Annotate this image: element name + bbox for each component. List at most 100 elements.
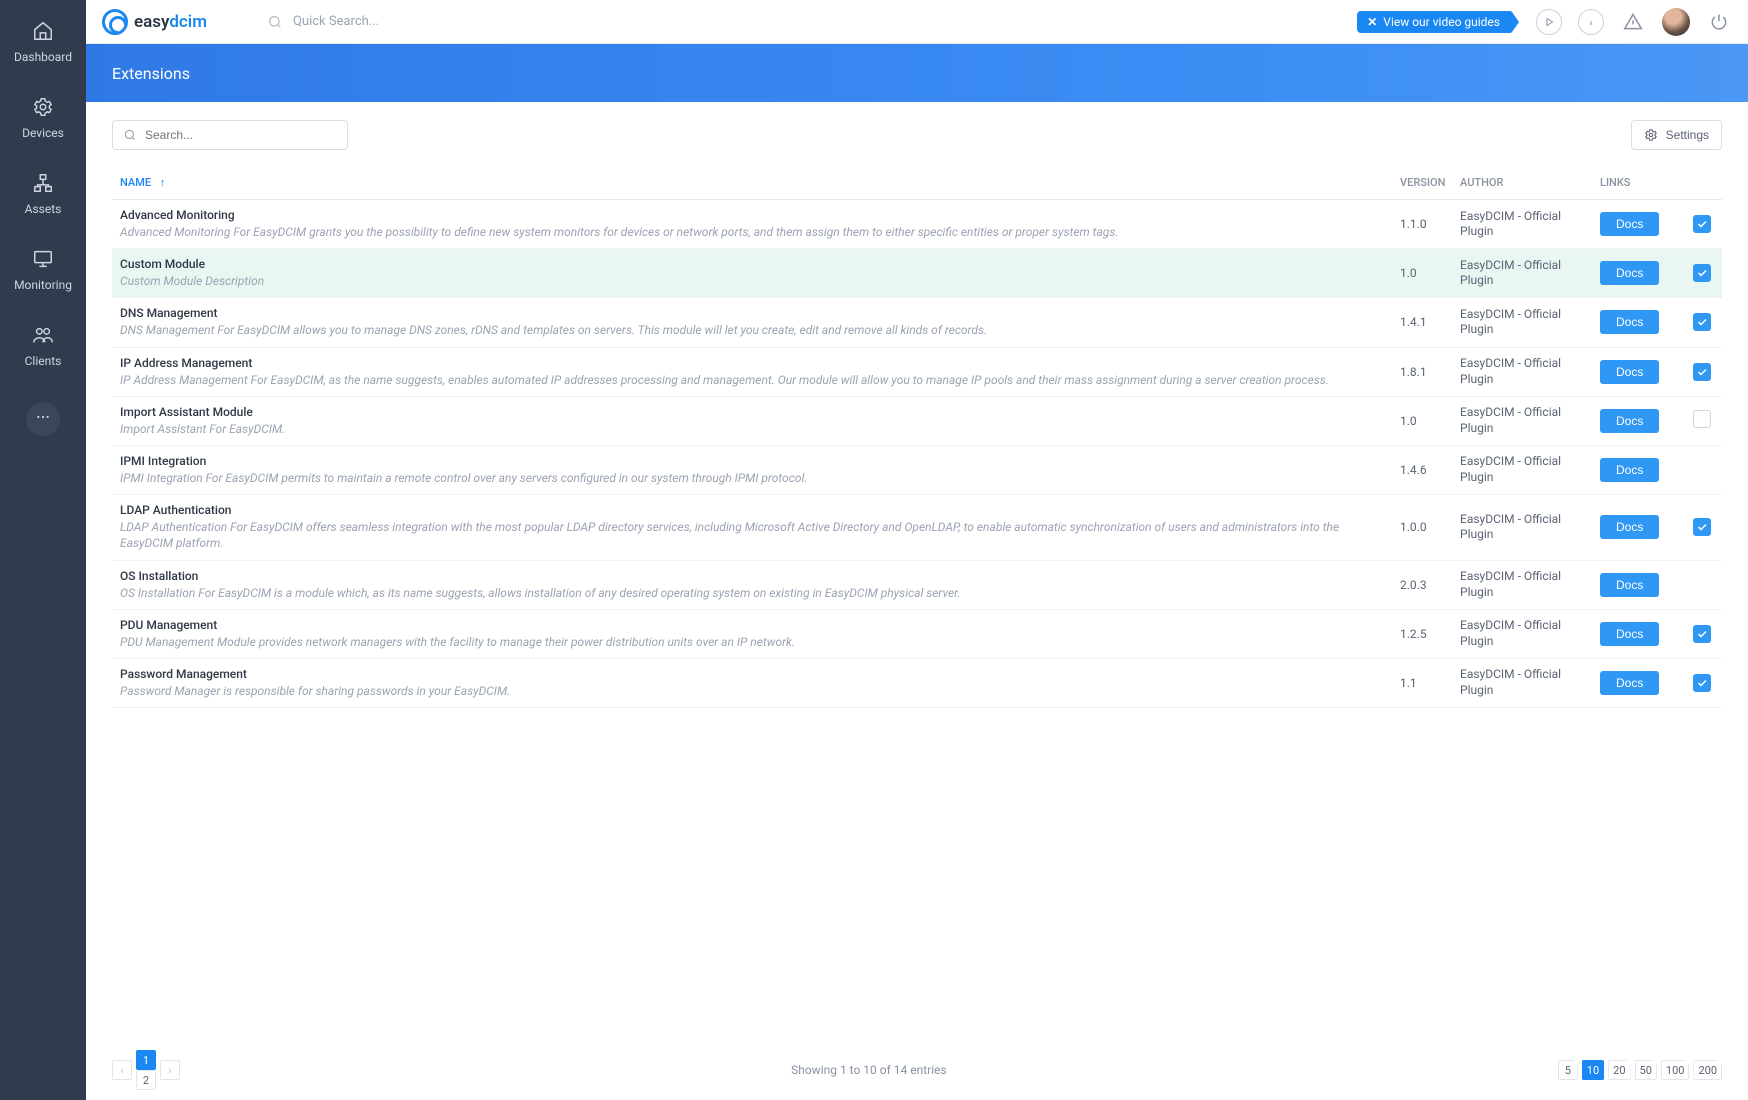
extension-name: PDU Management <box>120 618 1384 632</box>
table-row[interactable]: LDAP AuthenticationLDAP Authentication F… <box>112 495 1722 560</box>
page-prev[interactable]: ‹ <box>112 1060 132 1080</box>
extension-name: Import Assistant Module <box>120 405 1384 419</box>
docs-button[interactable]: Docs <box>1600 409 1659 433</box>
page-2[interactable]: 2 <box>136 1070 156 1090</box>
settings-label: Settings <box>1666 128 1709 142</box>
extension-name: Password Management <box>120 667 1384 681</box>
enable-checkbox[interactable] <box>1693 264 1711 282</box>
page-size-200[interactable]: 200 <box>1693 1060 1722 1080</box>
extension-name: Advanced Monitoring <box>120 208 1384 222</box>
page-1[interactable]: 1 <box>136 1050 156 1070</box>
page-size-100[interactable]: 100 <box>1661 1060 1690 1080</box>
docs-button[interactable]: Docs <box>1600 212 1659 236</box>
alert-icon[interactable] <box>1620 9 1646 35</box>
enable-checkbox[interactable] <box>1693 518 1711 536</box>
users-icon <box>30 322 56 348</box>
extension-author: EasyDCIM - Official Plugin <box>1452 495 1592 560</box>
info-icon[interactable] <box>1578 9 1604 35</box>
dots-icon <box>35 409 51 429</box>
table-row[interactable]: PDU Management PDU Management Module prov… <box>112 609 1722 658</box>
extension-description: Custom Module Description <box>120 273 1384 289</box>
enable-checkbox[interactable] <box>1693 674 1711 692</box>
sidebar-item-label: Assets <box>25 202 62 216</box>
table-row[interactable]: Password ManagementPassword Manager is r… <box>112 658 1722 707</box>
page-size-20[interactable]: 20 <box>1608 1060 1630 1080</box>
extension-author: EasyDCIM - Official Plugin <box>1452 396 1592 445</box>
power-icon[interactable] <box>1706 9 1732 35</box>
close-icon[interactable]: ✕ <box>1367 15 1377 29</box>
extension-author: EasyDCIM - Official Plugin <box>1452 347 1592 396</box>
video-guides-chip[interactable]: ✕ View our video guides <box>1357 11 1512 33</box>
docs-button[interactable]: Docs <box>1600 671 1659 695</box>
page-size-50[interactable]: 50 <box>1635 1060 1657 1080</box>
table-row[interactable]: IPMI IntegrationIPMI Integration For Eas… <box>112 445 1722 494</box>
avatar[interactable] <box>1662 8 1690 36</box>
network-icon <box>30 170 56 196</box>
extension-name: IP Address Management <box>120 356 1384 370</box>
sort-asc-icon: ↑ <box>160 176 166 189</box>
page-size-5[interactable]: 5 <box>1558 1060 1578 1080</box>
topbar: easydcim Quick Search... ✕ View our vide… <box>86 0 1748 44</box>
extension-version: 2.0.3 <box>1392 560 1452 609</box>
quick-search-placeholder: Quick Search... <box>293 14 379 29</box>
table-row[interactable]: Import Assistant ModuleImport Assistant … <box>112 396 1722 445</box>
col-author[interactable]: AUTHOR <box>1452 168 1592 200</box>
page-next[interactable]: › <box>160 1060 180 1080</box>
docs-button[interactable]: Docs <box>1600 573 1659 597</box>
sidebar-item-label: Dashboard <box>14 50 72 64</box>
docs-button[interactable]: Docs <box>1600 261 1659 285</box>
sidebar-item-clients[interactable]: Clients <box>25 322 62 368</box>
enable-checkbox[interactable] <box>1693 215 1711 233</box>
sidebar-item-label: Monitoring <box>14 278 72 292</box>
docs-button[interactable]: Docs <box>1600 622 1659 646</box>
extension-version: 1.1 <box>1392 658 1452 707</box>
extension-name: Custom Module <box>120 257 1384 271</box>
play-icon[interactable] <box>1536 9 1562 35</box>
enable-checkbox[interactable] <box>1693 625 1711 643</box>
enable-checkbox[interactable] <box>1693 410 1711 428</box>
brand-text-b: dcim <box>169 12 207 32</box>
table-footer: ‹ 12 › Showing 1 to 10 of 14 entries 510… <box>112 1040 1722 1090</box>
extension-name: LDAP Authentication <box>120 503 1384 517</box>
extension-description: DNS Management For EasyDCIM allows you t… <box>120 322 1384 338</box>
extension-version: 1.8.1 <box>1392 347 1452 396</box>
brand-logo[interactable]: easydcim <box>102 9 207 35</box>
table-row[interactable]: IP Address ManagementIP Address Manageme… <box>112 347 1722 396</box>
extension-version: 1.4.6 <box>1392 445 1452 494</box>
sidebar-item-monitoring[interactable]: Monitoring <box>14 246 72 292</box>
settings-button[interactable]: Settings <box>1631 120 1722 150</box>
docs-button[interactable]: Docs <box>1600 458 1659 482</box>
sidebar-item-assets[interactable]: Assets <box>25 170 62 216</box>
table-search[interactable] <box>112 120 348 150</box>
enable-checkbox[interactable] <box>1693 313 1711 331</box>
extension-author: EasyDCIM - Official Plugin <box>1452 560 1592 609</box>
gear-icon <box>1644 128 1658 142</box>
page-size-10[interactable]: 10 <box>1582 1060 1604 1080</box>
col-links: LINKS <box>1592 168 1682 200</box>
col-version[interactable]: VERSION <box>1392 168 1452 200</box>
docs-button[interactable]: Docs <box>1600 310 1659 334</box>
table-row[interactable]: Advanced MonitoringAdvanced Monitoring F… <box>112 200 1722 249</box>
table-row[interactable]: DNS ManagementDNS Management For EasyDCI… <box>112 298 1722 347</box>
sidebar-item-devices[interactable]: Devices <box>22 94 64 140</box>
enable-checkbox[interactable] <box>1693 363 1711 381</box>
extension-version: 1.4.1 <box>1392 298 1452 347</box>
search-icon <box>267 14 283 30</box>
extension-version: 1.1.0 <box>1392 200 1452 249</box>
guides-label: View our video guides <box>1383 15 1500 29</box>
page-title: Extensions <box>112 64 190 83</box>
brand-text-a: easy <box>134 12 169 32</box>
extension-description: PDU Management Module provides network m… <box>120 634 1384 650</box>
extension-version: 1.0.0 <box>1392 495 1452 560</box>
col-name[interactable]: NAME ↑ <box>112 168 1392 200</box>
table-row[interactable]: OS InstallationOS Installation For EasyD… <box>112 560 1722 609</box>
docs-button[interactable]: Docs <box>1600 360 1659 384</box>
extension-name: OS Installation <box>120 569 1384 583</box>
quick-search[interactable]: Quick Search... <box>267 14 379 30</box>
sidebar-item-dashboard[interactable]: Dashboard <box>14 18 72 64</box>
docs-button[interactable]: Docs <box>1600 515 1659 539</box>
extension-version: 1.0 <box>1392 396 1452 445</box>
table-search-input[interactable] <box>145 128 337 142</box>
sidebar-more-button[interactable] <box>26 402 60 436</box>
table-row[interactable]: Custom ModuleCustom Module Description1.… <box>112 249 1722 298</box>
